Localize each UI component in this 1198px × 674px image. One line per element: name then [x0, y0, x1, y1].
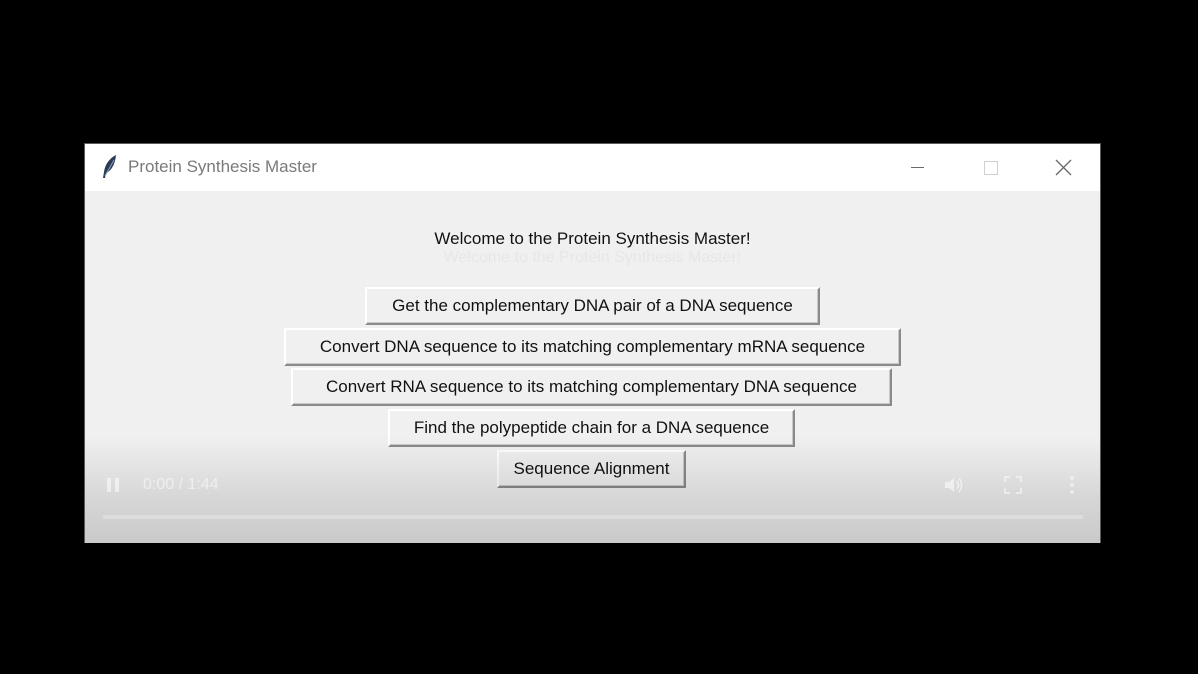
video-time: 0:00 / 1:44 [143, 476, 219, 493]
rna-to-dna-button[interactable]: Convert RNA sequence to its matching com… [291, 368, 892, 406]
sequence-alignment-button[interactable]: Sequence Alignment [497, 450, 686, 488]
pause-icon[interactable] [105, 476, 121, 494]
fullscreen-icon[interactable] [1003, 475, 1023, 495]
close-button[interactable] [1040, 144, 1086, 191]
feather-icon [101, 154, 119, 180]
volume-icon[interactable] [943, 475, 965, 495]
polypeptide-chain-button[interactable]: Find the polypeptide chain for a DNA seq… [388, 409, 795, 447]
main-panel: Welcome to the Protein Synthesis Master!… [85, 191, 1100, 543]
complementary-dna-button[interactable]: Get the complementary DNA pair of a DNA … [365, 287, 820, 325]
maximize-button[interactable] [967, 144, 1013, 191]
window-title: Protein Synthesis Master [128, 157, 317, 176]
welcome-label-shadow: Welcome to the Protein Synthesis Master! [85, 249, 1100, 267]
more-options-icon[interactable] [1068, 474, 1076, 496]
welcome-label: Welcome to the Protein Synthesis Master! [434, 229, 751, 248]
app-window: Protein Synthesis Master Welcome to the … [84, 143, 1101, 543]
dna-to-mrna-button[interactable]: Convert DNA sequence to its matching com… [284, 328, 901, 366]
video-progress-bar[interactable] [103, 515, 1083, 519]
title-bar: Protein Synthesis Master [85, 144, 1100, 191]
minimize-button[interactable] [894, 144, 940, 191]
video-frame: Protein Synthesis Master Welcome to the … [0, 0, 1198, 674]
